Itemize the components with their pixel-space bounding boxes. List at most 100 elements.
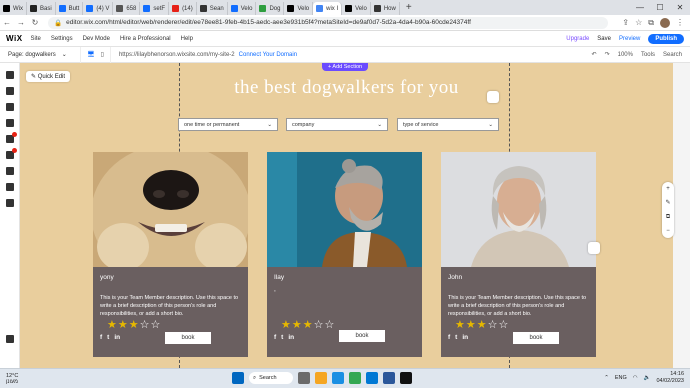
reload-icon[interactable]: ↻ (28, 18, 42, 27)
wifi-icon[interactable]: ◠ (633, 375, 638, 381)
book-button[interactable]: book (164, 331, 212, 345)
redo-icon[interactable]: ↷ (605, 51, 610, 58)
facebook-icon[interactable]: f (274, 334, 276, 341)
menu-hire[interactable]: Hire a Professional (120, 36, 171, 42)
publish-button[interactable]: Publish (648, 33, 684, 44)
sections-icon[interactable] (5, 87, 14, 95)
business-icon[interactable] (5, 148, 17, 159)
apps-icon[interactable] (5, 132, 17, 143)
chrome-icon[interactable] (349, 372, 361, 384)
zoom-in-icon[interactable]: + (666, 186, 670, 192)
chevron-up-icon[interactable]: ⌃ (604, 375, 609, 381)
add-section-button[interactable]: + Add Section (322, 63, 369, 71)
design-icon[interactable] (5, 119, 14, 127)
book-button[interactable]: book (512, 331, 560, 345)
browser-tab[interactable]: 658 (113, 2, 141, 15)
tab-label: (14) (182, 5, 193, 12)
mail-icon[interactable] (366, 372, 378, 384)
word-icon[interactable] (383, 372, 395, 384)
profile-avatar[interactable] (660, 17, 670, 28)
browser-tab[interactable]: Sean (197, 2, 228, 15)
linkedin-icon[interactable]: in (288, 334, 294, 341)
volume-icon[interactable]: 🔈 (644, 375, 651, 381)
url-input[interactable]: 🔒 editor.wix.com/html/editor/web/rendere… (48, 16, 608, 29)
tab-favicon-icon (373, 5, 381, 12)
rating-stars[interactable]: ★★★☆☆ (455, 318, 509, 331)
browser-tab[interactable]: wix I (313, 2, 343, 15)
bookmark-icon[interactable]: ☆ (635, 18, 642, 27)
rating-stars[interactable]: ★★★☆☆ (281, 318, 335, 331)
page-selector[interactable]: Page: dogwalkers ⌄ (0, 51, 80, 59)
save-button[interactable]: Save (597, 36, 611, 42)
media-icon[interactable] (5, 167, 14, 175)
portfolio-icon[interactable] (5, 199, 14, 207)
browser-tab[interactable]: Velo (228, 2, 257, 15)
rating-stars[interactable]: ★★★☆☆ (107, 318, 161, 331)
menu-dev-mode[interactable]: Dev Mode (83, 36, 110, 42)
back-icon[interactable]: ← (0, 18, 14, 27)
menu-icon[interactable]: ⋮ (676, 18, 684, 27)
wix-logo[interactable]: WiX (0, 34, 31, 43)
maximize-icon[interactable]: ☐ (650, 0, 670, 15)
app-icon[interactable] (400, 372, 412, 384)
forward-icon[interactable]: → (14, 18, 28, 27)
facebook-icon[interactable]: f (100, 334, 102, 341)
browser-tab[interactable]: Velo (342, 2, 371, 15)
add-elements-icon[interactable] (5, 71, 14, 79)
browser-tab[interactable]: Basi (27, 2, 56, 15)
clock[interactable]: 14:16 04/02/2023 (656, 371, 684, 385)
search-button[interactable]: Search (663, 52, 682, 58)
menu-settings[interactable]: Settings (51, 36, 73, 42)
twitter-icon[interactable]: t (107, 334, 109, 341)
start-icon[interactable] (232, 372, 244, 384)
zoom-level[interactable]: 100% (618, 52, 633, 58)
browser-tab[interactable]: (14) (169, 2, 197, 15)
zoom-out-icon[interactable]: − (666, 228, 670, 234)
new-tab-button[interactable]: + (400, 2, 418, 13)
twitter-icon[interactable]: t (281, 334, 283, 341)
gallery-icon[interactable] (588, 242, 600, 254)
weather-widget[interactable]: 12°C מעונן (0, 373, 18, 385)
cms-icon[interactable] (5, 183, 14, 191)
connect-domain-link[interactable]: Connect Your Domain (239, 52, 297, 58)
desktop-icon[interactable]: 🖥 (87, 51, 95, 58)
pencil-icon[interactable]: ✎ (665, 199, 670, 206)
edge-icon[interactable] (332, 372, 344, 384)
menu-site[interactable]: Site (31, 36, 41, 42)
browser-tab[interactable]: setF (140, 2, 170, 15)
twitter-icon[interactable]: t (455, 334, 457, 341)
tools-button[interactable]: Tools (641, 52, 655, 58)
linkedin-icon[interactable]: in (114, 334, 120, 341)
chevron-down-icon: ⌄ (377, 121, 382, 128)
filter-select-2[interactable]: company ⌄ (286, 118, 388, 131)
file-explorer-icon[interactable] (315, 372, 327, 384)
layers-icon[interactable] (5, 335, 14, 343)
browser-tab[interactable]: Butt (56, 2, 84, 15)
mobile-icon[interactable]: ▯ (101, 51, 104, 58)
filter-select-1[interactable]: one time or permanent ⌄ (178, 118, 278, 131)
site-url-text: https://lilaybhenorson.wixsite.com/my-si… (118, 51, 235, 58)
extensions-icon[interactable]: ⧉ (648, 18, 654, 28)
filter-select-3[interactable]: type of service ⌄ (397, 118, 499, 131)
undo-icon[interactable]: ↶ (592, 51, 597, 58)
copy-icon[interactable]: ⧉ (666, 214, 670, 221)
preview-button[interactable]: Preview (619, 36, 640, 42)
gallery-icon[interactable] (487, 91, 499, 103)
browser-tab[interactable]: Wix (0, 2, 27, 15)
share-icon[interactable]: ⇪ (622, 18, 629, 27)
pages-icon[interactable] (5, 103, 14, 111)
upgrade-link[interactable]: Upgrade (566, 36, 589, 42)
browser-tab[interactable]: Velo (284, 2, 314, 15)
minimize-icon[interactable]: — (630, 0, 650, 15)
browser-tab[interactable]: Dog (256, 2, 285, 15)
close-icon[interactable]: ✕ (670, 0, 690, 15)
browser-tab[interactable]: How (371, 2, 400, 15)
book-button[interactable]: book (338, 329, 386, 343)
taskbar-search[interactable]: ⌕ Search (249, 372, 293, 384)
browser-tab[interactable]: (4) V (83, 2, 114, 15)
language-indicator[interactable]: ENG (615, 375, 627, 381)
task-view-icon[interactable] (298, 372, 310, 384)
menu-help[interactable]: Help (181, 36, 193, 42)
linkedin-icon[interactable]: in (462, 334, 468, 341)
facebook-icon[interactable]: f (448, 334, 450, 341)
